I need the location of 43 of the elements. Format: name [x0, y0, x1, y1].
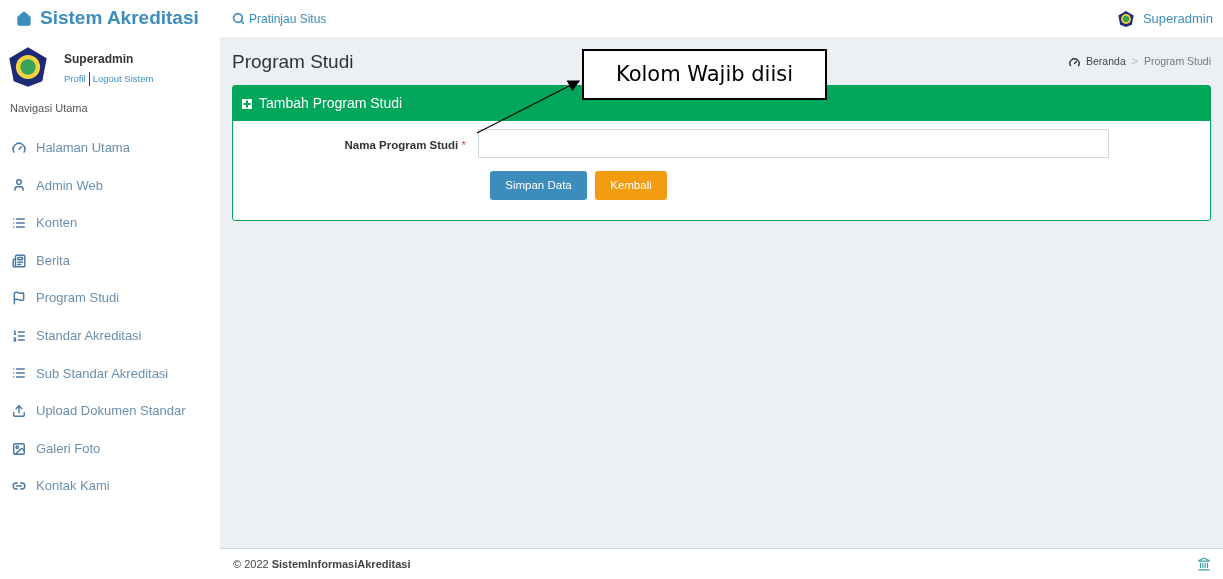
preview-site-link[interactable]: Pratinjau Situs [232, 9, 327, 28]
sidebar-item[interactable]: Program Studi [0, 279, 220, 317]
sidebar-item[interactable]: Berita [0, 241, 220, 280]
back-button[interactable]: Kembali [595, 171, 667, 200]
gauge-icon [12, 140, 26, 155]
breadcrumb-separator: > [1131, 54, 1138, 70]
newspaper-icon [12, 253, 26, 268]
page-title: Program Studi [232, 49, 354, 74]
profile-link[interactable]: Profil [64, 72, 90, 87]
home-icon [16, 10, 32, 27]
field-label: Nama Program Studi * [344, 138, 466, 151]
save-button[interactable]: Simpan Data [490, 171, 587, 200]
sidebar-item[interactable]: Halaman Utama [0, 129, 220, 167]
sidebar-item[interactable]: Upload Dokumen Standar [0, 392, 220, 430]
user-icon [12, 178, 26, 193]
sidebar-item[interactable]: Konten [0, 204, 220, 242]
logo-icon [1116, 9, 1135, 28]
footer-copyright: © 2022 SistemInformasiAkreditasi [233, 556, 411, 572]
annotation-callout: Kolom Wajib diisi [582, 49, 827, 100]
image-icon [12, 441, 26, 456]
landmark-icon [1197, 557, 1211, 571]
nav-section-label: Navigasi Utama [9, 101, 89, 116]
ordered-list-icon [12, 328, 26, 343]
sidebar-item[interactable]: Galeri Foto [0, 429, 220, 468]
breadcrumb-link[interactable]: Beranda [1086, 54, 1126, 70]
sidebar-user-name: Superadmin [64, 51, 135, 68]
panel-title: Tambah Program Studi [259, 94, 403, 113]
list-icon [12, 216, 26, 230]
logout-link[interactable]: Logout Sistem [89, 72, 154, 87]
sidebar-item[interactable]: Sub Standar Akreditasi [0, 354, 220, 393]
user-menu[interactable]: Superadmin [1142, 8, 1213, 29]
sidebar-item[interactable]: Standar Akreditasi [0, 316, 220, 355]
sidebar-item[interactable]: Kontak Kami [0, 467, 220, 505]
upload-icon [12, 403, 26, 418]
logo-icon [6, 45, 50, 89]
gauge-icon [1069, 56, 1081, 68]
search-icon [232, 12, 245, 25]
brand-title: Sistem Akreditasi [40, 6, 199, 31]
flag-icon [12, 291, 26, 306]
input-field[interactable] [478, 129, 1109, 158]
breadcrumb-current: Program Studi [1143, 54, 1211, 70]
sidebar-item[interactable]: Admin Web [0, 166, 220, 205]
list-icon [12, 366, 26, 381]
